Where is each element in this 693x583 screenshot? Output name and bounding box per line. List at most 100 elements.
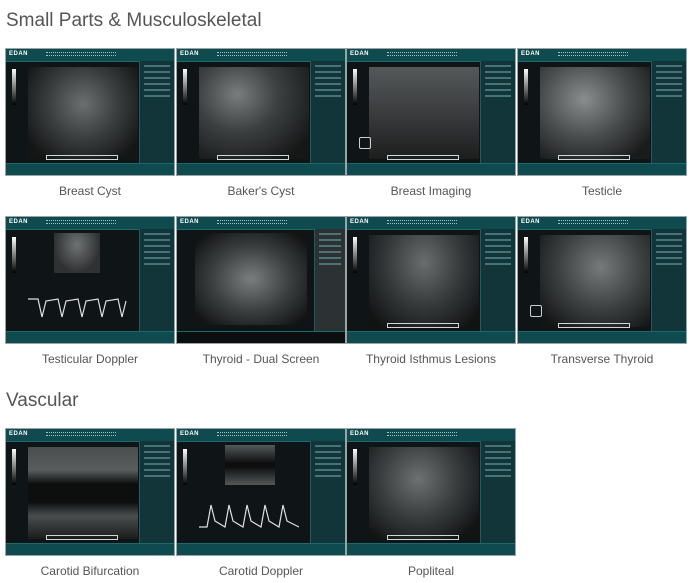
cine-progress-bar [46,155,118,160]
gallery-item-breast-imaging[interactable]: EDAN Breast Imaging [346,48,516,198]
ultrasound-image [28,447,138,539]
gallery-item-testicular-doppler[interactable]: EDAN Testicular Doppler [5,216,175,366]
scanner-side-panel [139,441,174,544]
brand-logo: EDAN [9,219,29,225]
ultrasound-image [369,447,479,539]
probe-orientation-icon [359,137,371,149]
ultrasound-thumbnail[interactable]: EDAN [5,428,175,556]
scanner-side-panel [480,441,515,544]
scanner-side-panel [480,61,515,164]
ultrasound-thumbnail[interactable]: EDAN [517,216,687,344]
scanner-bottom-bar [518,163,686,175]
scanner-bottom-bar [6,331,174,343]
ultrasound-thumbnail[interactable]: EDAN [176,48,346,176]
brand-logo: EDAN [350,431,370,437]
cine-progress-bar [217,155,289,160]
grayscale-bar [12,449,16,485]
scanner-side-panel [310,61,345,164]
scanner-side-panel [651,61,686,164]
ultrasound-image [54,233,100,273]
brand-logo: EDAN [9,431,29,437]
gallery-caption[interactable]: Testicular Doppler [5,352,175,366]
grayscale-bar [353,237,357,273]
gallery-caption[interactable]: Transverse Thyroid [517,352,687,366]
brand-logo: EDAN [180,431,200,437]
cine-progress-bar [558,323,630,328]
ultrasound-thumbnail[interactable]: EDAN [176,428,346,556]
section-title-small-parts: Small Parts & Musculoskeletal [6,10,262,31]
grayscale-bar [524,69,528,105]
grayscale-bar [12,237,16,273]
ultrasound-thumbnail[interactable]: EDAN [176,216,346,344]
scanner-bottom-bar [6,543,174,555]
grayscale-bar [353,449,357,485]
section-title-vascular: Vascular [6,390,79,411]
gallery-caption[interactable]: Carotid Bifurcation [5,564,175,578]
scanner-bottom-bar [518,331,686,343]
scanner-side-panel [480,229,515,332]
gallery-small-parts: EDAN Breast Cyst EDAN Baker's Cyst EDAN [0,48,693,366]
scanner-bottom-bar [177,163,345,175]
ultrasound-image [540,235,650,327]
ultrasound-thumbnail[interactable]: EDAN [346,216,516,344]
grayscale-bar [183,449,187,485]
scanner-bottom-bar [177,543,345,555]
probe-orientation-icon [530,305,542,317]
gallery-item-transverse-thyroid[interactable]: EDAN Transverse Thyroid [517,216,687,366]
gallery-caption[interactable]: Breast Cyst [5,184,175,198]
ultrasound-thumbnail[interactable]: EDAN [517,48,687,176]
gallery-item-carotid-doppler[interactable]: EDAN Carotid Doppler [176,428,346,578]
gallery-item-popliteal[interactable]: EDAN Popliteal [346,428,516,578]
ultrasound-image [28,67,138,159]
cine-progress-bar [46,535,118,540]
ultrasound-thumbnail[interactable]: EDAN [5,216,175,344]
grayscale-bar [12,69,16,105]
scanner-bottom-bar [177,331,345,343]
ultrasound-image [369,235,479,327]
cine-progress-bar [387,535,459,540]
gallery-item-bakers-cyst[interactable]: EDAN Baker's Cyst [176,48,346,198]
gallery-caption[interactable]: Baker's Cyst [176,184,346,198]
brand-logo: EDAN [180,51,200,57]
scanner-bottom-bar [347,163,515,175]
doppler-waveform [199,504,299,528]
cine-progress-bar [387,323,459,328]
brand-logo: EDAN [9,51,29,57]
ultrasound-thumbnail[interactable]: EDAN [5,48,175,176]
scanner-bottom-bar [347,331,515,343]
brand-logo: EDAN [350,219,370,225]
scanner-side-panel [651,229,686,332]
scanner-side-panel [310,441,345,544]
cine-progress-bar [558,155,630,160]
ultrasound-thumbnail[interactable]: EDAN [346,428,516,556]
gallery-item-thyroid-dual-screen[interactable]: EDAN Thyroid - Dual Screen [176,216,346,366]
gallery-caption[interactable]: Breast Imaging [346,184,516,198]
scanner-side-panel [139,61,174,164]
grayscale-bar [183,69,187,105]
gallery-item-thyroid-isthmus-lesions[interactable]: EDAN Thyroid Isthmus Lesions [346,216,516,366]
gallery-caption[interactable]: Popliteal [346,564,516,578]
gallery-item-carotid-bifurcation[interactable]: EDAN Carotid Bifurcation [5,428,175,578]
brand-logo: EDAN [521,51,541,57]
ultrasound-image [369,67,479,159]
scanner-side-panel [314,229,345,332]
gallery-caption[interactable]: Thyroid Isthmus Lesions [346,352,516,366]
ultrasound-thumbnail[interactable]: EDAN [346,48,516,176]
doppler-waveform [28,298,127,318]
gallery-vascular: EDAN Carotid Bifurcation EDAN Carotid Do… [0,428,693,583]
scanner-bottom-bar [347,543,515,555]
ultrasound-image [540,67,650,159]
gallery-item-testicle[interactable]: EDAN Testicle [517,48,687,198]
scanner-bottom-bar [6,163,174,175]
brand-logo: EDAN [350,51,370,57]
gallery-caption[interactable]: Thyroid - Dual Screen [176,352,346,366]
gallery-caption[interactable]: Carotid Doppler [176,564,346,578]
gallery-caption[interactable]: Testicle [517,184,687,198]
scanner-side-panel [139,229,174,332]
ultrasound-image [195,233,307,325]
grayscale-bar [353,69,357,105]
gallery-item-breast-cyst[interactable]: EDAN Breast Cyst [5,48,175,198]
brand-logo: EDAN [521,219,541,225]
ultrasound-image [199,67,309,159]
cine-progress-bar [387,155,459,160]
